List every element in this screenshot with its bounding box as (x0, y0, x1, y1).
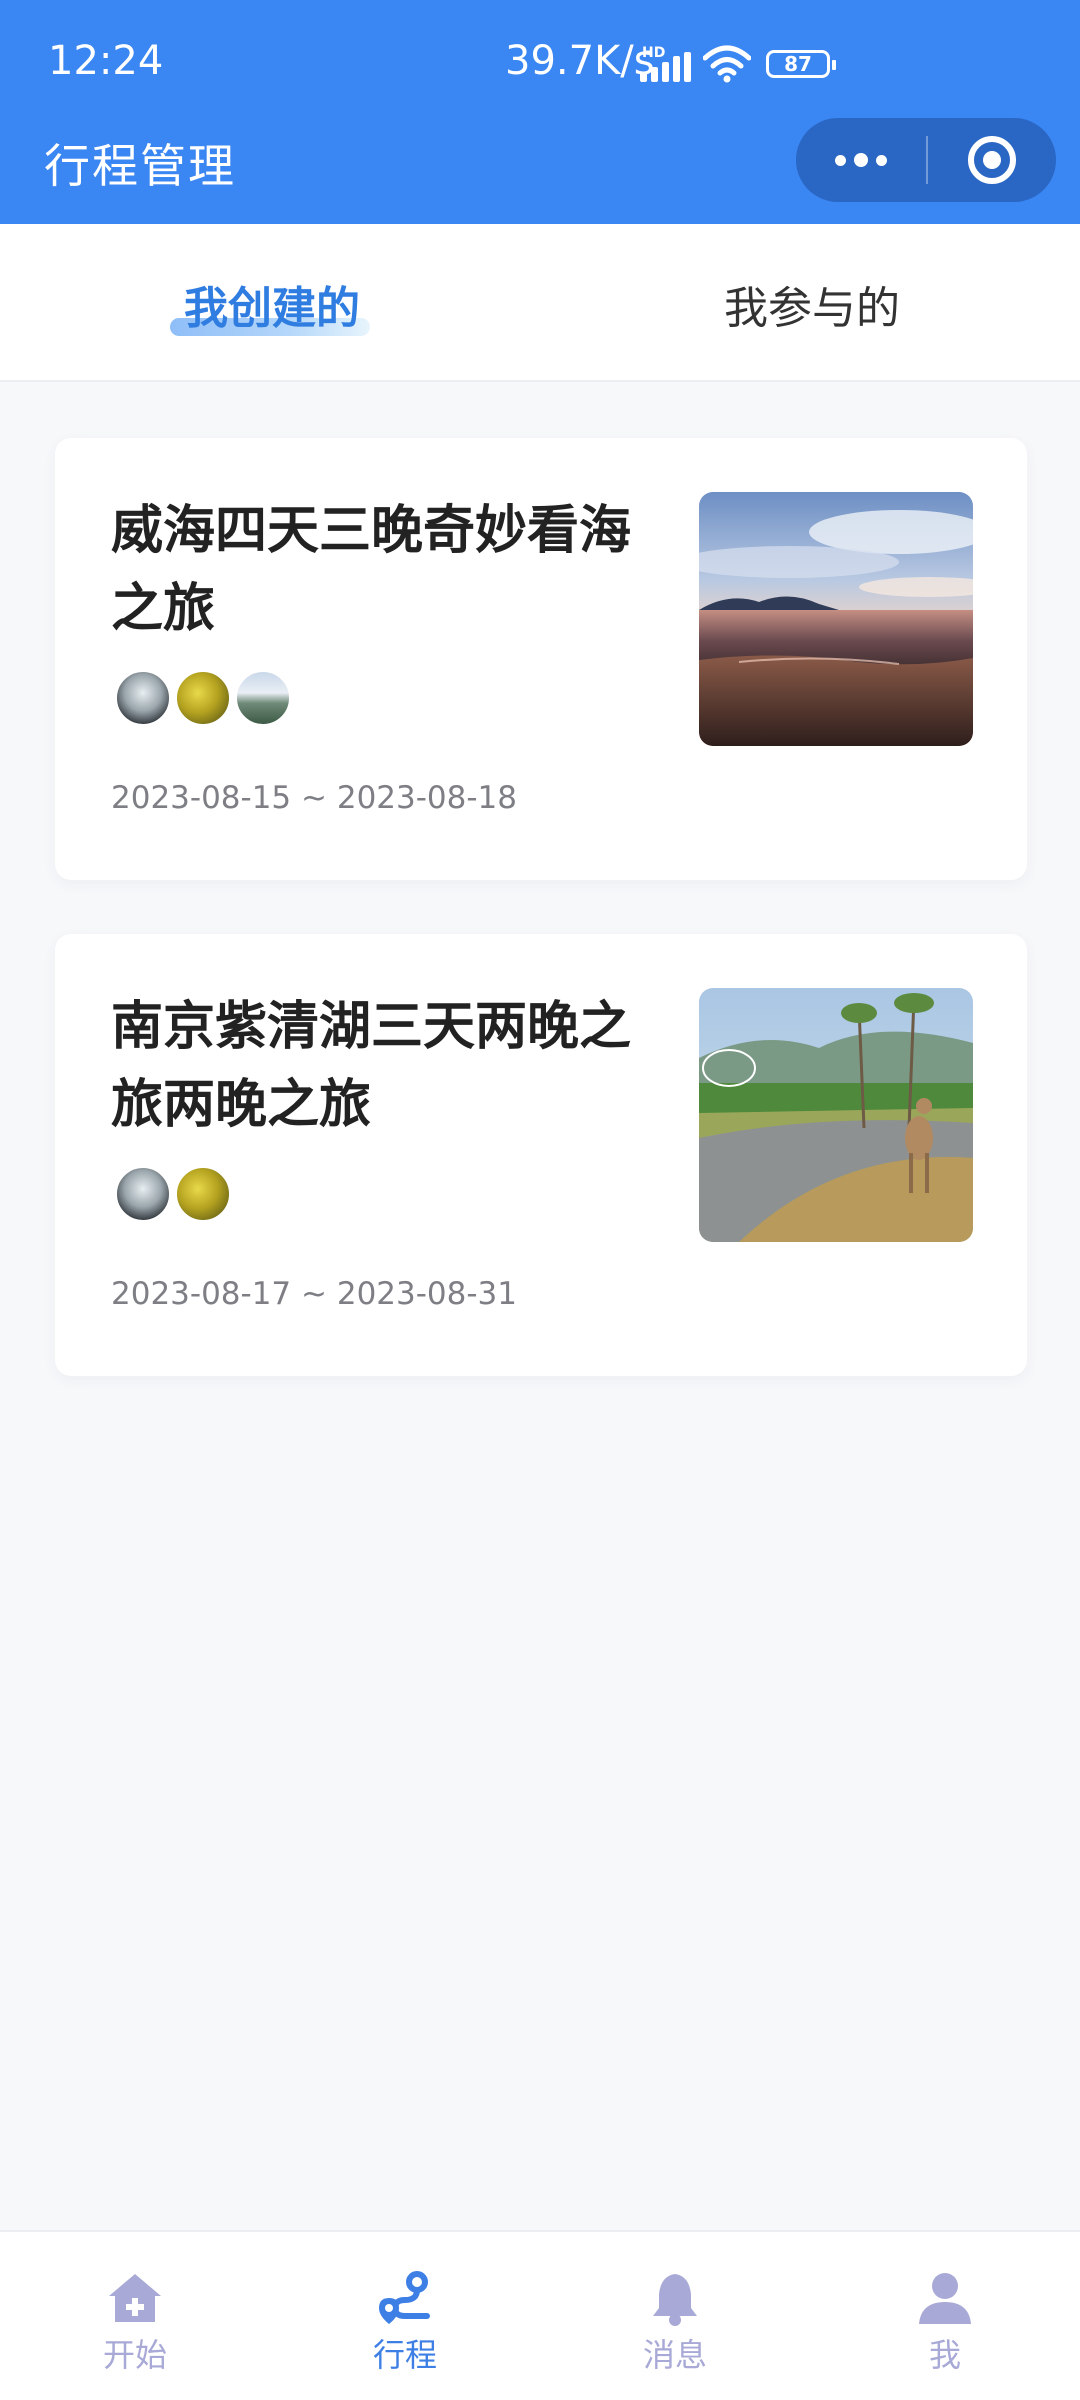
trip-card[interactable]: 南京紫清湖三天两晚之旅两晚之旅 2023-08-17 ~ 2023-08-31 (55, 934, 1027, 1376)
trip-tabs: 我创建的 我参与的 (0, 224, 1080, 382)
tab-joined-label: 我参与的 (724, 283, 900, 334)
app-header: 12:24 39.7K/s HD 87 行程管理 (0, 0, 1080, 224)
avatar (175, 670, 231, 726)
participant-avatars (115, 1166, 235, 1222)
tab-created[interactable]: 我创建的 (184, 272, 360, 336)
avatar (115, 1166, 171, 1222)
status-time: 12:24 (48, 38, 164, 84)
trip-cover-image (699, 988, 973, 1242)
network-speed: 39.7K/s (505, 38, 655, 84)
tabbar-item-start[interactable]: 开始 (45, 2232, 225, 2400)
bottom-tab-bar: 开始 行程 消息 我 (0, 2230, 1080, 2400)
tab-created-label: 我创建的 (184, 283, 360, 334)
trip-cover-image (699, 492, 973, 746)
tabbar-item-me[interactable]: 我 (855, 2232, 1035, 2400)
more-icon[interactable] (796, 118, 926, 202)
tabbar-label: 行程 (372, 2336, 437, 2374)
tabbar-item-trips[interactable]: 行程 (315, 2232, 495, 2400)
route-icon (379, 2271, 430, 2324)
trip-date-range: 2023-08-17 ~ 2023-08-31 (111, 1276, 517, 1312)
hd-badge: HD (642, 45, 666, 61)
status-bar: 12:24 39.7K/s HD 87 (0, 0, 1080, 120)
home-plus-icon (109, 2274, 161, 2322)
wifi-icon (703, 45, 751, 83)
tab-joined[interactable]: 我参与的 (724, 272, 900, 336)
bell-icon (653, 2274, 697, 2326)
trip-title: 南京紫清湖三天两晚之旅两晚之旅 (111, 997, 632, 1135)
trip-card[interactable]: 威海四天三晚奇妙看海之旅 2023-08-15 ~ 2023-08-18 (55, 438, 1027, 880)
tabbar-label: 开始 (102, 2336, 167, 2374)
avatar (175, 1166, 231, 1222)
tabbar-label: 消息 (642, 2336, 707, 2374)
close-target-icon[interactable] (928, 118, 1056, 202)
battery-icon: 87 (766, 50, 836, 78)
tabbar-label: 我 (928, 2336, 961, 2374)
battery-level: 87 (784, 52, 812, 76)
participant-avatars (115, 670, 295, 726)
trip-title: 威海四天三晚奇妙看海之旅 (111, 501, 632, 639)
avatar (235, 670, 291, 726)
avatar (115, 670, 171, 726)
tabbar-item-messages[interactable]: 消息 (585, 2232, 765, 2400)
trip-date-range: 2023-08-15 ~ 2023-08-18 (111, 780, 517, 816)
page-title: 行程管理 (44, 139, 236, 193)
mini-program-capsule (796, 118, 1056, 202)
user-icon (919, 2273, 971, 2324)
